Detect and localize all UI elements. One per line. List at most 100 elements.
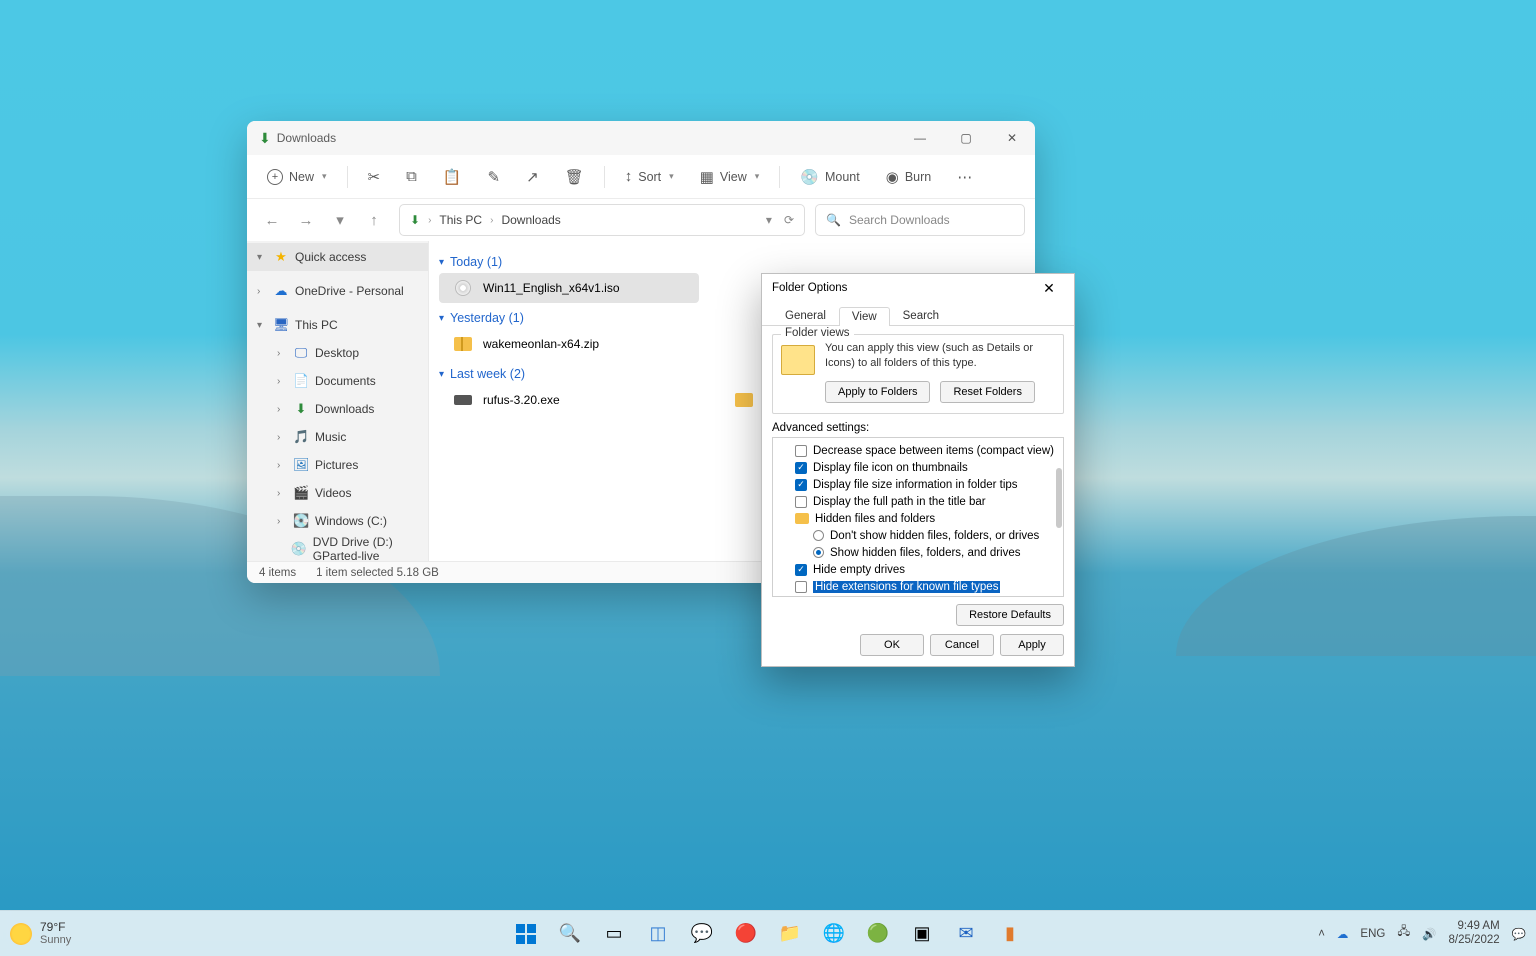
weather-temp: 79°F <box>40 921 71 934</box>
restore-defaults-button[interactable]: Restore Defaults <box>956 604 1064 626</box>
opt-icon-thumb[interactable]: ✓Display file icon on thumbnails <box>777 459 1059 476</box>
new-button[interactable]: + New ▾ <box>261 165 333 189</box>
delete-button[interactable]: 🗑 <box>559 164 590 190</box>
mount-button[interactable]: 💿 Mount <box>794 164 865 190</box>
search-input[interactable]: 🔍 Search Downloads <box>815 204 1025 236</box>
sidebar-item-desktop[interactable]: ›🖵Desktop <box>247 339 428 367</box>
tab-general[interactable]: General <box>772 306 839 325</box>
chat-button[interactable]: 💬 <box>683 915 721 953</box>
terminal-button[interactable]: ▣ <box>903 915 941 953</box>
language-button[interactable]: ENG <box>1360 928 1385 940</box>
scrollbar[interactable] <box>1056 468 1062 528</box>
checkbox-icon <box>795 581 807 593</box>
dialog-close-button[interactable]: ✕ <box>1034 280 1064 297</box>
opt-show-hidden[interactable]: Show hidden files, folders, and drives <box>777 544 1059 561</box>
volume-icon[interactable]: 🔊 <box>1422 927 1436 941</box>
back-button[interactable]: ← <box>257 205 287 235</box>
cancel-button[interactable]: Cancel <box>930 634 994 656</box>
sidebar-item-documents[interactable]: ›📄Documents <box>247 367 428 395</box>
breadcrumb-downloads[interactable]: Downloads <box>501 213 560 227</box>
music-icon: 🎵 <box>293 429 309 445</box>
outlook-button[interactable]: ✉ <box>947 915 985 953</box>
weather-widget[interactable]: 79°F Sunny <box>10 921 71 946</box>
opt-merge-conflicts[interactable]: ✓Hide folder merge conflicts <box>777 595 1059 597</box>
folder-views-text: You can apply this view (such as Details… <box>825 341 1055 375</box>
reset-folders-button[interactable]: Reset Folders <box>940 381 1034 403</box>
sidebar-item-music[interactable]: ›🎵Music <box>247 423 428 451</box>
forward-button[interactable]: → <box>291 205 321 235</box>
advanced-settings-list[interactable]: Decrease space between items (compact vi… <box>772 437 1064 597</box>
group-today[interactable]: ▾Today (1) <box>439 251 1025 273</box>
apply-to-folders-button[interactable]: Apply to Folders <box>825 381 930 403</box>
up-button[interactable]: ↑ <box>359 205 389 235</box>
explorer-titlebar[interactable]: ⬇ Downloads — ▢ ✕ <box>247 121 1035 155</box>
explorer-button[interactable]: 📁 <box>771 915 809 953</box>
address-bar[interactable]: ⬇ › This PC › Downloads ▾ ⟳ <box>399 204 805 236</box>
chevron-down-icon[interactable]: ▾ <box>766 213 772 227</box>
opt-size-tips[interactable]: ✓Display file size information in folder… <box>777 476 1059 493</box>
opt-hide-extensions[interactable]: Hide extensions for known file types <box>777 578 1059 595</box>
search-button[interactable]: 🔍 <box>551 915 589 953</box>
recent-button[interactable]: ▾ <box>325 205 355 235</box>
more-icon: ⋯ <box>957 168 972 186</box>
view-button[interactable]: ▦ View ▾ <box>694 164 766 190</box>
sidebar-item-dvd[interactable]: 💿DVD Drive (D:) GParted-live <box>247 535 428 561</box>
pictures-icon: 🖼 <box>293 457 309 473</box>
address-row: ← → ▾ ↑ ⬇ › This PC › Downloads ▾ ⟳ 🔍 Se… <box>247 199 1035 241</box>
notifications-button[interactable]: 💬 <box>1512 927 1526 941</box>
disc-icon: 💿 <box>800 168 819 186</box>
burn-button[interactable]: ◉ Burn <box>880 164 938 190</box>
edge-button[interactable]: 🌐 <box>815 915 853 953</box>
weather-cond: Sunny <box>40 934 71 946</box>
sidebar-item-windowsc[interactable]: ›💽Windows (C:) <box>247 507 428 535</box>
taskbar-app[interactable]: ▮ <box>991 915 1029 953</box>
sidebar-item-thispc[interactable]: ▾🖥This PC <box>247 311 428 339</box>
ok-button[interactable]: OK <box>860 634 924 656</box>
maximize-button[interactable]: ▢ <box>943 121 989 155</box>
opt-hide-empty[interactable]: ✓Hide empty drives <box>777 561 1059 578</box>
folder-icon: 📁 <box>779 923 801 944</box>
opt-compact[interactable]: Decrease space between items (compact vi… <box>777 442 1059 459</box>
taskbar-app[interactable]: 🟢 <box>859 915 897 953</box>
paste-button[interactable]: 📋 <box>437 164 468 190</box>
copy-icon: ⧉ <box>406 168 417 185</box>
checkbox-icon: ✓ <box>795 462 807 474</box>
rename-button[interactable]: ✎ <box>482 164 507 190</box>
folder-options-dialog: Folder Options ✕ General View Search Fol… <box>761 273 1075 667</box>
taskbar-app[interactable]: 🔴 <box>727 915 765 953</box>
apply-button[interactable]: Apply <box>1000 634 1064 656</box>
separator <box>779 166 780 188</box>
sidebar-item-onedrive[interactable]: ›☁OneDrive - Personal <box>247 277 428 305</box>
widgets-button[interactable]: ◫ <box>639 915 677 953</box>
tray-expand-button[interactable]: ˄ <box>1318 928 1325 940</box>
clock[interactable]: 9:49 AM 8/25/2022 <box>1449 920 1500 948</box>
refresh-button[interactable]: ⟳ <box>784 213 794 227</box>
sort-button[interactable]: ↕ Sort ▾ <box>619 164 680 189</box>
file-row-iso[interactable]: Win11_English_x64v1.iso <box>439 273 699 303</box>
cut-button[interactable]: ✂ <box>362 164 387 190</box>
network-icon[interactable]: 🖧 <box>1397 924 1410 943</box>
opt-dont-show-hidden[interactable]: Don't show hidden files, folders, or dri… <box>777 527 1059 544</box>
sidebar-item-videos[interactable]: ›🎬Videos <box>247 479 428 507</box>
copy-button[interactable]: ⧉ <box>400 164 423 189</box>
opt-full-path[interactable]: Display the full path in the title bar <box>777 493 1059 510</box>
breadcrumb-thispc[interactable]: This PC <box>439 213 482 227</box>
taskview-button[interactable]: ▭ <box>595 915 633 953</box>
tab-search[interactable]: Search <box>890 306 952 325</box>
dialog-titlebar[interactable]: Folder Options ✕ <box>762 274 1074 302</box>
usb-icon <box>454 395 472 405</box>
minimize-button[interactable]: — <box>897 121 943 155</box>
sidebar-item-pictures[interactable]: ›🖼Pictures <box>247 451 428 479</box>
close-button[interactable]: ✕ <box>989 121 1035 155</box>
start-button[interactable] <box>507 915 545 953</box>
share-button[interactable]: ↗ <box>520 164 545 190</box>
search-icon: 🔍 <box>826 213 841 227</box>
status-count: 4 items <box>259 567 296 579</box>
more-button[interactable]: ⋯ <box>951 164 978 190</box>
sidebar-item-quickaccess[interactable]: ▾★Quick access <box>247 243 428 271</box>
chevron-down-icon: ▾ <box>439 313 444 324</box>
onedrive-tray-icon[interactable]: ☁ <box>1337 927 1349 941</box>
tab-view[interactable]: View <box>839 307 890 326</box>
sidebar-item-downloads[interactable]: ›⬇Downloads <box>247 395 428 423</box>
file-row-rufus[interactable]: rufus-3.20.exe <box>439 385 560 415</box>
